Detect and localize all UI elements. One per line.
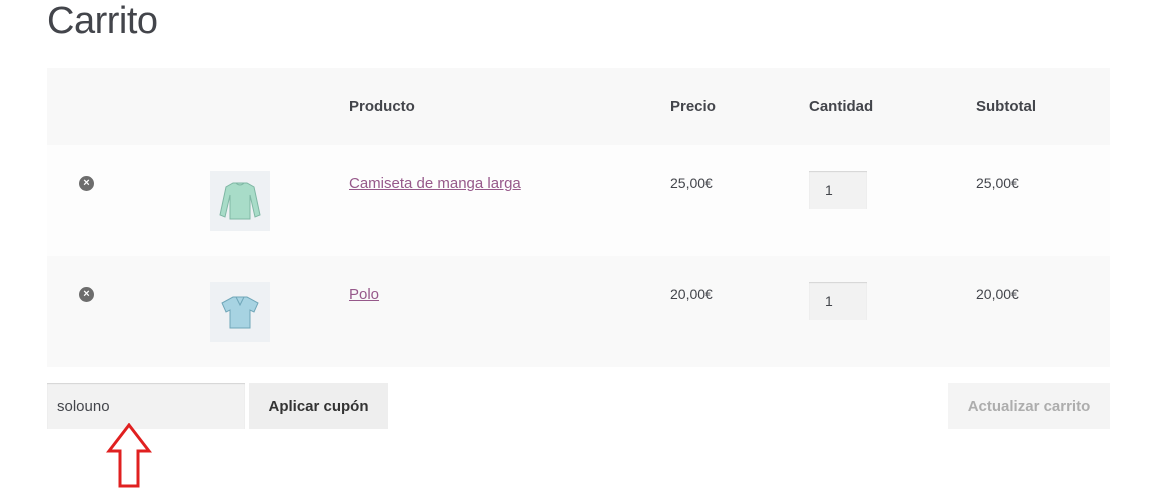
up-arrow-icon — [106, 423, 152, 488]
header-remove — [47, 68, 210, 145]
product-link[interactable]: Camiseta de manga larga — [349, 175, 521, 192]
quantity-cell — [809, 256, 976, 367]
price-value: 25,00€ — [670, 175, 713, 191]
header-subtotal: Subtotal — [976, 68, 1110, 145]
price-value: 20,00€ — [670, 286, 713, 302]
remove-item-icon[interactable]: × — [79, 287, 94, 302]
table-row: × Camiseta de manga larga 25,00€ 1 25,00… — [47, 145, 1110, 256]
thumbnail-cell — [210, 256, 349, 367]
product-name-cell: Camiseta de manga larga — [349, 145, 670, 256]
cart-table: Producto Precio Cantidad Subtotal × Cami… — [47, 68, 1110, 367]
header-price: Precio — [670, 68, 809, 145]
quantity-cell — [809, 145, 976, 256]
apply-coupon-button[interactable]: Aplicar cupón — [249, 383, 388, 429]
update-cart-button[interactable]: Actualizar carrito — [948, 383, 1110, 429]
product-name-cell: Polo — [349, 256, 670, 367]
product-thumbnail[interactable] — [210, 282, 270, 342]
partially-visible-text: ... — [640, 486, 658, 495]
price-cell: 20,00€ — [670, 256, 809, 367]
quantity-input[interactable] — [809, 171, 867, 209]
subtotal-cell: 25,00€ — [976, 145, 1110, 256]
remove-item-icon[interactable]: × — [79, 176, 94, 191]
remove-cell: × — [47, 145, 210, 256]
product-link[interactable]: Polo — [349, 286, 379, 303]
page-title: Carrito — [47, 0, 158, 42]
subtotal-cell: 20,00€ — [976, 256, 1110, 367]
subtotal-value: 25,00€ — [976, 175, 1019, 191]
table-row: × Polo 20,00€ 20,00€ — [47, 256, 1110, 367]
quantity-input[interactable] — [809, 282, 867, 320]
header-quantity: Cantidad — [809, 68, 976, 145]
polo-shirt-icon — [221, 296, 259, 329]
header-thumbnail — [210, 68, 349, 145]
subtotal-value: 20,00€ — [976, 286, 1019, 302]
header-product: Producto — [349, 68, 670, 145]
remove-cell: × — [47, 256, 210, 367]
thumbnail-cell — [210, 145, 349, 256]
cart-actions: Aplicar cupón Actualizar carrito — [47, 383, 1110, 429]
table-header-row: Producto Precio Cantidad Subtotal — [47, 68, 1110, 145]
longsleeve-shirt-icon — [219, 182, 261, 220]
product-thumbnail[interactable] — [210, 171, 270, 231]
price-cell: 25,00€ — [670, 145, 809, 256]
